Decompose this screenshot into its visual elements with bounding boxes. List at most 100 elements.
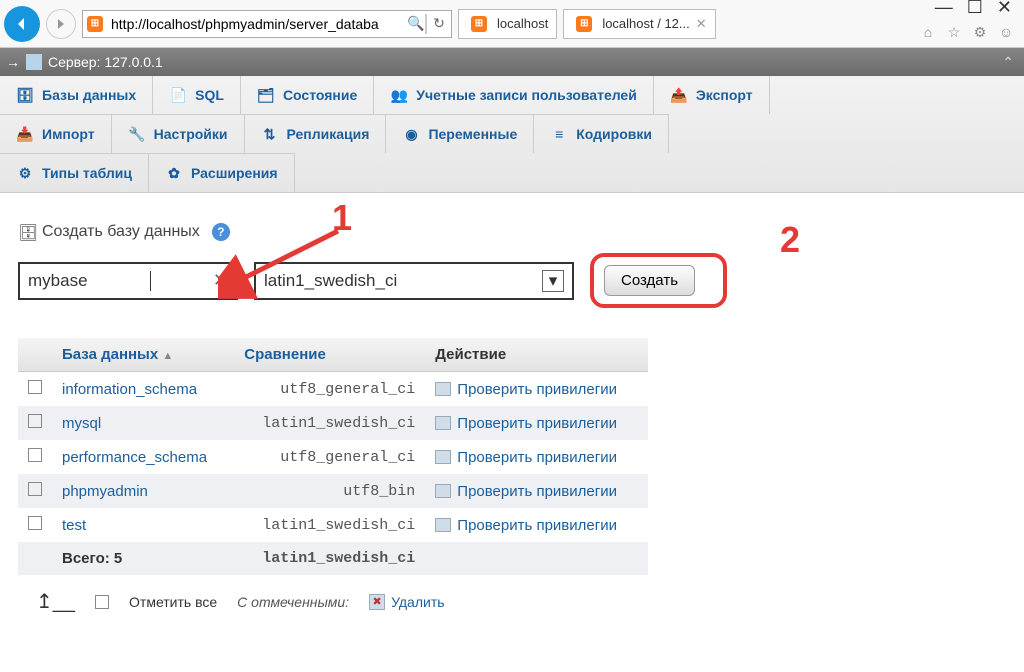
delete-button[interactable]: ✖ Удалить: [369, 594, 444, 610]
table-row: phpmyadmin utf8_bin Проверить привилегии: [18, 474, 648, 508]
server-label: Сервер: 127.0.0.1: [48, 54, 163, 70]
database-link[interactable]: performance_schema: [62, 449, 207, 466]
forward-button[interactable]: [46, 9, 76, 39]
privileges-icon: [435, 518, 451, 532]
address-bar[interactable]: ⊞ 🔍 ↻: [82, 10, 452, 38]
variables-icon: ◉: [402, 125, 420, 143]
breadcrumb: → Сервер: 127.0.0.1 ⌃: [0, 48, 1024, 76]
totals-collation: latin1_swedish_ci: [234, 542, 425, 575]
search-icon[interactable]: 🔍: [407, 15, 425, 32]
tab-settings[interactable]: 🔧Настройки: [112, 114, 245, 153]
tab-tabletypes[interactable]: ⚙Типы таблиц: [0, 153, 149, 192]
totals-label: Всего: 5: [52, 542, 234, 575]
row-collation: utf8_general_ci: [234, 440, 425, 474]
home-icon[interactable]: ⌂: [918, 22, 938, 42]
table-row: testlatin1_swedish_ciПроверить привилеги…: [18, 508, 648, 542]
privileges-icon: [435, 416, 451, 430]
row-collation: utf8_bin: [234, 474, 425, 508]
row-collation: utf8_general_ci: [234, 372, 425, 407]
favorites-icon[interactable]: ☆: [944, 22, 964, 42]
minimize-button[interactable]: —: [935, 0, 953, 18]
encoding-icon: ≡: [550, 125, 568, 143]
xampp-icon: ⊞: [471, 16, 487, 32]
users-icon: 👥: [390, 86, 408, 104]
check-privileges-link[interactable]: Проверить привилегии: [457, 449, 617, 466]
row-checkbox[interactable]: [28, 482, 42, 496]
export-icon: 📤: [670, 86, 688, 104]
tab-status[interactable]: 🗂Состояние: [241, 76, 374, 114]
annotation-arrow-icon: [218, 221, 348, 301]
check-privileges-link[interactable]: Проверить привилегии: [457, 483, 617, 500]
col-action: Действие: [425, 338, 648, 372]
check-all-checkbox[interactable]: [95, 595, 109, 609]
arrow-up-icon: ↥__: [36, 589, 75, 614]
browser-tab-1[interactable]: ⊞ localhost: [458, 9, 557, 39]
refresh-icon[interactable]: ↻: [427, 15, 451, 32]
privileges-icon: [435, 382, 451, 396]
row-checkbox[interactable]: [28, 414, 42, 428]
main-nav: 🗄Базы данных 📄SQL 🗂Состояние 👥Учетные за…: [0, 76, 1024, 193]
check-privileges-link[interactable]: Проверить привилегии: [457, 381, 617, 398]
tab-label: localhost / 12...: [602, 16, 689, 31]
arrow-right-icon: →: [6, 54, 20, 70]
tab-sql[interactable]: 📄SQL: [153, 76, 241, 114]
privileges-icon: [435, 450, 451, 464]
database-link[interactable]: test: [62, 517, 86, 534]
delete-icon: ✖: [369, 594, 385, 610]
annotation-box-2: Создать: [590, 253, 727, 308]
sort-asc-icon: ▲: [162, 350, 173, 362]
maximize-button[interactable]: ☐: [967, 0, 983, 18]
browser-tab-2[interactable]: ⊞ localhost / 12... ✕: [563, 9, 715, 39]
close-button[interactable]: ✕: [997, 0, 1012, 18]
table-row: information_schema utf8_general_ci Провери…: [18, 372, 648, 407]
tab-databases[interactable]: 🗄Базы данных: [0, 76, 153, 114]
with-selected-label: С отмеченными:: [237, 594, 349, 610]
col-collation[interactable]: Сравнение: [234, 338, 425, 372]
back-button[interactable]: [4, 6, 40, 42]
close-icon[interactable]: ✕: [696, 16, 707, 32]
database-link[interactable]: phpmyadmin: [62, 483, 148, 500]
check-all-label: Отметить все: [129, 594, 217, 610]
smile-icon[interactable]: ☺: [996, 22, 1016, 42]
tab-accounts[interactable]: 👥Учетные записи пользователей: [374, 76, 654, 114]
collapse-icon[interactable]: ⌃: [1002, 54, 1014, 71]
tab-replication[interactable]: ⇅Репликация: [245, 114, 387, 153]
create-button[interactable]: Создать: [604, 265, 695, 296]
create-db-heading: 🗄 Создать базу данных: [18, 223, 200, 241]
table-footer: ↥__ Отметить все С отмеченными: ✖ Удалит…: [18, 575, 1006, 628]
row-checkbox[interactable]: [28, 448, 42, 462]
database-link[interactable]: mysql: [62, 415, 101, 432]
annotation-2: 2: [780, 219, 800, 261]
tab-encodings[interactable]: ≡Кодировки: [534, 114, 669, 153]
plugin-icon: ✿: [165, 164, 183, 182]
status-icon: 🗂: [257, 86, 275, 104]
col-database[interactable]: База данных ▲: [52, 338, 234, 372]
row-checkbox[interactable]: [28, 380, 42, 394]
browser-bar: ⊞ 🔍 ↻ ⊞ localhost ⊞ localhost / 12... ✕ …: [0, 0, 1024, 48]
database-name-input[interactable]: mybase ✕: [18, 262, 238, 300]
check-privileges-link[interactable]: Проверить привилегии: [457, 415, 617, 432]
table-row: mysqllatin1_swedish_ciПроверить привилег…: [18, 406, 648, 440]
tab-import[interactable]: 📥Импорт: [0, 114, 112, 153]
tab-label: localhost: [497, 16, 548, 31]
import-icon: 📥: [16, 125, 34, 143]
database-icon: 🗄: [16, 86, 34, 104]
database-link[interactable]: information_schema: [62, 381, 197, 398]
gear-icon[interactable]: ⚙: [970, 22, 990, 42]
server-icon: [26, 54, 42, 70]
replication-icon: ⇅: [261, 125, 279, 143]
xampp-icon: ⊞: [87, 16, 103, 32]
tabletype-icon: ⚙: [16, 164, 34, 182]
sql-icon: 📄: [169, 86, 187, 104]
check-privileges-link[interactable]: Проверить привилегии: [457, 517, 617, 534]
table-row: performance_schema utf8_general_ci Провери…: [18, 440, 648, 474]
tab-extensions[interactable]: ✿Расширения: [149, 153, 295, 192]
row-checkbox[interactable]: [28, 516, 42, 530]
privileges-icon: [435, 484, 451, 498]
tab-variables[interactable]: ◉Переменные: [386, 114, 534, 153]
xampp-icon: ⊞: [576, 16, 592, 32]
wrench-icon: 🔧: [128, 125, 146, 143]
content: 1 2 🗄 Создать базу данных ? mybase ✕ lat…: [0, 193, 1024, 658]
url-input[interactable]: [107, 16, 407, 32]
tab-export[interactable]: 📤Экспорт: [654, 76, 770, 114]
